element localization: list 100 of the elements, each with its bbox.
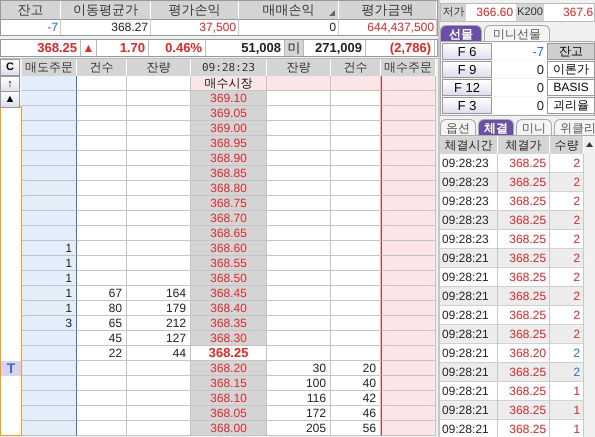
buy-order-cell[interactable] [381,301,436,316]
count-cell [77,406,127,421]
sell-order-cell[interactable]: 1 [22,241,77,256]
sell-order-cell[interactable]: 3 [22,316,77,331]
sell-order-cell[interactable] [22,181,77,196]
sell-order-cell[interactable] [22,121,77,136]
sell-order-cell[interactable] [22,361,77,376]
option-button[interactable]: 괴리율 [547,97,595,114]
tab[interactable]: 미니 [516,119,552,135]
quantity-cell [267,226,331,241]
sell-order-cell[interactable]: 1 [22,271,77,286]
value-cell: 37,500 [151,19,239,35]
sell-order-cell[interactable]: 1 [22,286,77,301]
count-cell: 22 [77,346,127,361]
contract-button[interactable]: F 3 [442,97,492,114]
buy-order-cell[interactable] [381,271,436,286]
buy-order-cell[interactable] [381,346,436,361]
buy-order-cell[interactable] [381,181,436,196]
quantity-cell [127,256,191,271]
contract-button[interactable]: F 12 [442,79,492,96]
quantity-cell [267,271,331,286]
buy-order-cell[interactable] [381,391,436,406]
quote-cell: (2,786) [366,40,435,56]
tab[interactable]: 미니선물 [484,25,550,41]
quantity-cell [127,151,191,166]
buy-order-cell[interactable] [381,316,436,331]
buy-order-cell[interactable] [381,151,436,166]
buy-order-cell[interactable] [381,76,436,91]
sell-order-cell[interactable] [22,196,77,211]
sell-order-cell[interactable] [22,421,77,436]
buy-order-cell[interactable] [381,136,436,151]
buy-order-cell[interactable] [381,106,436,121]
buy-order-cell[interactable] [381,91,436,106]
sell-order-cell[interactable] [22,76,77,91]
option-button[interactable]: 잔고 [547,43,595,60]
sell-order-cell[interactable] [22,91,77,106]
tab[interactable]: 체결 [478,119,514,135]
quantity-cell: 2 [550,173,584,192]
quantity-cell [267,91,331,106]
quantity-cell: 127 [127,331,191,346]
quantity-cell: 2 [550,230,584,249]
count-cell [77,76,127,91]
quantity-cell: 212 [127,316,191,331]
count-cell [331,241,381,256]
contract-button[interactable]: F 6 [442,43,492,60]
tab[interactable]: 옵션 [440,119,476,135]
quantity-cell: 2 [550,192,584,211]
quantity-cell: 2 [550,363,584,382]
triangle-button[interactable]: ▲ [0,91,20,108]
buy-order-cell[interactable] [381,241,436,256]
quantity-cell [267,106,331,121]
tab[interactable]: 위클리 [554,119,595,135]
value-cell: 368.27 [61,19,151,35]
buy-order-cell[interactable] [381,376,436,391]
sell-order-cell[interactable] [22,406,77,421]
tab[interactable]: 선물 [440,25,482,41]
quantity-cell [267,76,331,91]
buy-order-cell[interactable] [381,166,436,181]
buy-order-cell[interactable] [381,226,436,241]
buy-order-cell[interactable] [381,361,436,376]
count-cell [77,241,127,256]
buy-order-cell[interactable] [381,196,436,211]
sell-order-cell[interactable] [22,151,77,166]
sell-order-cell[interactable] [22,391,77,406]
sell-order-cell[interactable]: 1 [22,256,77,271]
sell-order-cell[interactable] [22,136,77,151]
option-button[interactable]: 이론가 [547,61,595,78]
sell-order-cell[interactable]: 1 [22,301,77,316]
price-cell[interactable]: 368.25 [191,346,267,361]
count-cell [331,211,381,226]
buy-order-cell[interactable] [381,121,436,136]
quantity-cell [267,346,331,361]
sell-order-cell[interactable] [22,331,77,346]
buy-order-cell[interactable] [381,286,436,301]
sell-order-cell[interactable] [22,166,77,181]
sell-order-cell[interactable] [22,376,77,391]
quote-cell: 271,009 [304,40,366,56]
sell-order-cell[interactable] [22,106,77,121]
clear-button[interactable]: C [0,59,20,76]
buy-order-cell[interactable] [381,421,436,436]
contract-button[interactable]: F 9 [442,61,492,78]
quantity-cell [127,136,191,151]
sell-order-cell[interactable] [22,226,77,241]
sell-order-cell[interactable] [22,346,77,361]
quantity-cell: 1 [550,382,584,401]
quantity-cell [127,241,191,256]
buy-order-cell[interactable] [381,331,436,346]
count-cell [77,376,127,391]
sell-order-cell[interactable] [22,211,77,226]
option-button[interactable]: BASIS [547,79,595,96]
count-cell: 42 [331,391,381,406]
buy-order-cell[interactable] [381,406,436,421]
price-cell: 368.25 [498,154,550,173]
column-header: 체결시간 [440,136,498,154]
quantity-cell: 172 [267,406,331,421]
buy-order-cell[interactable] [381,256,436,271]
buy-order-cell[interactable] [381,211,436,226]
market-order-cell[interactable]: 매수시장 [191,76,267,91]
scroll-up-icon[interactable] [586,142,592,147]
time-cell: 09:28:21 [440,325,498,344]
